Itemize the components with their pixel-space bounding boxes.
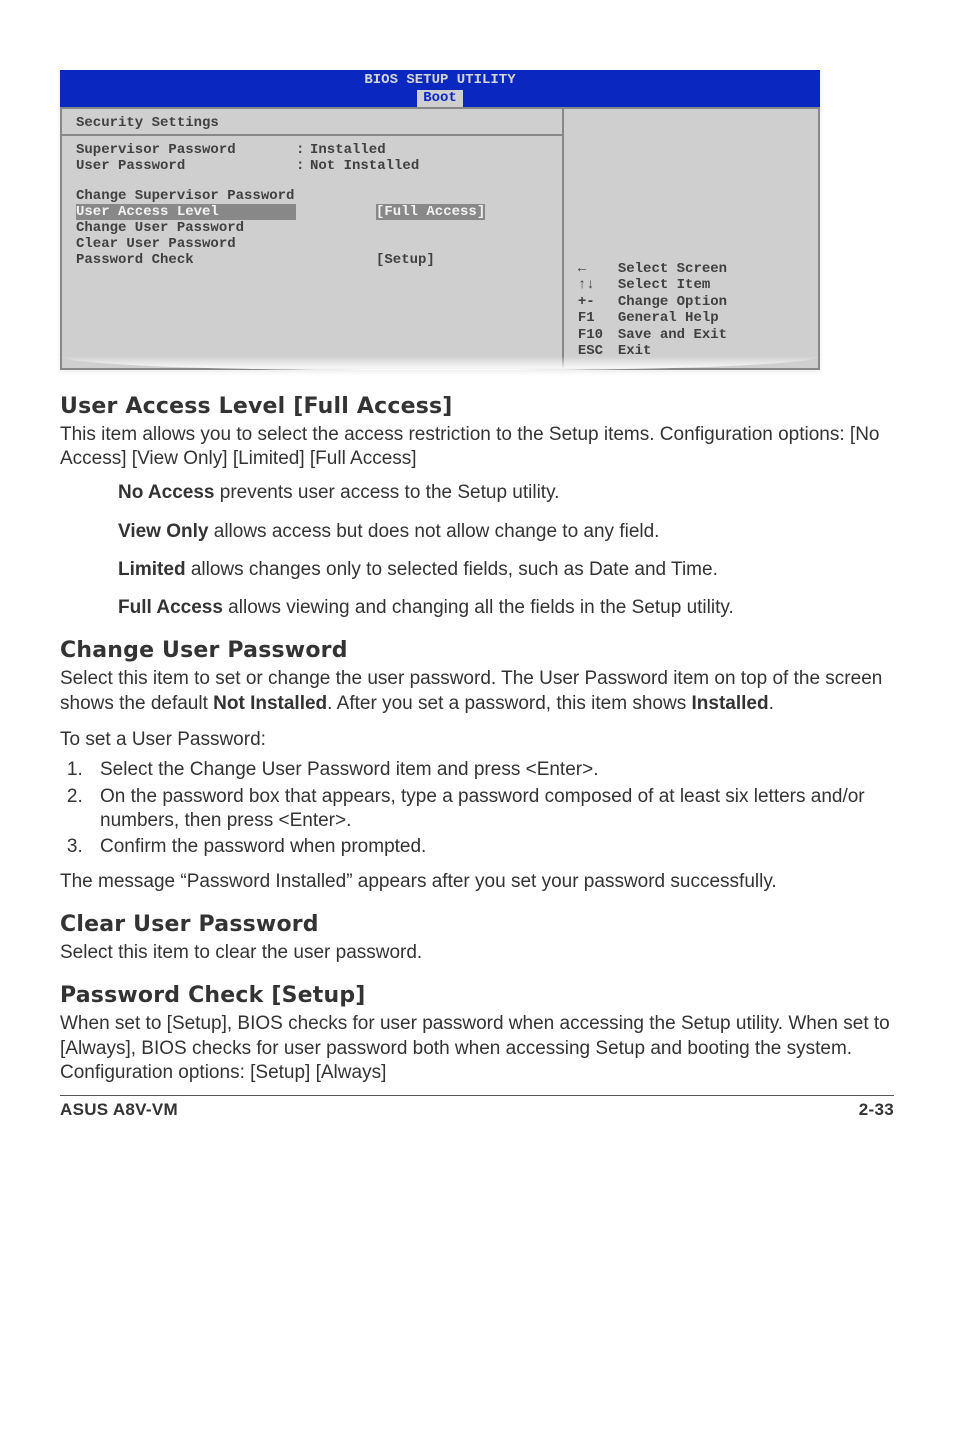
para-cup-result: The message “Password Installed” appears… [60,870,894,894]
spacer [296,252,310,268]
bios-legend: ← Select Screen ↑↓ Select Item +- Change… [578,261,727,360]
legend-key: F1 [578,310,618,327]
bios-divider [62,134,562,136]
bios-tab-boot[interactable]: Boot [417,90,463,107]
bios-section-title: Security Settings [76,115,548,131]
spacer [296,204,310,220]
para-frag: . [769,693,774,714]
page-footer: ASUS A8V-VM 2-33 [60,1095,894,1120]
inline-bold: Not Installed [213,693,327,714]
bios-row-password-check[interactable]: Password Check [Setup] [76,252,548,268]
field-label: User Access Level [76,204,296,220]
colon: : [296,158,310,174]
opt-text: allows changes only to selected fields, … [186,559,718,580]
heading-change-user-password: Change User Password [60,638,894,663]
opt-full-access: Full Access allows viewing and changing … [118,596,894,620]
legend-save-exit: F10 Save and Exit [578,327,727,344]
heading-user-access-level: User Access Level [Full Access] [60,394,894,419]
legend-change-option: +- Change Option [578,294,727,311]
legend-text: Save and Exit [618,327,727,344]
para-clear-user-password: Select this item to clear the user passw… [60,941,894,965]
bios-title: BIOS SETUP UTILITY [60,72,820,89]
opt-label: View Only [118,521,208,542]
para-ual-intro: This item allows you to select the acces… [60,423,894,472]
field-label: Change Supervisor Password [76,188,296,204]
heading-clear-user-password: Clear User Password [60,912,894,937]
opt-text: prevents user access to the Setup utilit… [214,482,559,503]
opt-view-only: View Only allows access but does not all… [118,520,894,544]
footer-product: ASUS A8V-VM [60,1100,178,1120]
para-password-check: When set to [Setup], BIOS checks for use… [60,1012,894,1085]
para-cup-toset: To set a User Password: [60,728,894,752]
arrow-updown-icon: ↑↓ [578,277,595,294]
opt-limited: Limited allows changes only to selected … [118,558,894,582]
bios-window: BIOS SETUP UTILITY Boot Security Setting… [60,70,820,370]
bios-row-clear-user-password[interactable]: Clear User Password [76,236,548,252]
field-label: Password Check [76,252,296,268]
legend-key: +- [578,294,618,311]
bios-left-pane: Security Settings Supervisor Password : … [60,107,563,370]
legend-text: General Help [618,310,719,327]
field-label: Clear User Password [76,236,296,252]
legend-text: Select Item [618,277,710,294]
bios-right-pane: ← Select Screen ↑↓ Select Item +- Change… [563,107,820,370]
opt-label: Full Access [118,597,223,618]
opt-label: No Access [118,482,214,503]
field-value: [Full Access] [376,204,485,220]
legend-text: Change Option [618,294,727,311]
opt-text: allows access but does not allow change … [208,521,659,542]
field-label: User Password [76,158,296,174]
legend-general-help: F1 General Help [578,310,727,327]
heading-password-check: Password Check [Setup] [60,983,894,1008]
opt-text: allows viewing and changing all the fiel… [223,597,734,618]
step-item: Confirm the password when prompted. [88,835,894,859]
legend-select-screen: ← Select Screen [578,261,727,278]
legend-select-item: ↑↓ Select Item [578,277,727,294]
legend-key: F10 [578,327,618,344]
bios-body: Security Settings Supervisor Password : … [60,107,820,370]
bios-row-change-supervisor-password[interactable]: Change Supervisor Password [76,188,548,204]
opt-no-access: No Access prevents user access to the Se… [118,481,894,505]
bios-row-change-user-password[interactable]: Change User Password [76,220,548,236]
field-value: [Setup] [376,252,435,268]
footer-page-number: 2-33 [859,1100,894,1120]
para-frag: . After you set a password, this item sh… [327,693,691,714]
inline-bold: Installed [692,693,769,714]
field-value: Installed [310,142,386,158]
field-value: Not Installed [310,158,419,174]
bios-row-user-access-level[interactable]: User Access Level [Full Access] [62,204,562,220]
step-item: On the password box that appears, type a… [88,785,894,834]
bios-row-user-password: User Password : Not Installed [76,158,548,174]
opt-label: Limited [118,559,186,580]
colon: : [296,142,310,158]
para-cup-intro: Select this item to set or change the us… [60,667,894,716]
legend-text: Select Screen [618,261,727,278]
step-item: Select the Change User Password item and… [88,758,894,782]
steps-list: Select the Change User Password item and… [60,758,894,859]
field-label: Supervisor Password [76,142,296,158]
bios-header: BIOS SETUP UTILITY Boot [60,70,820,107]
ual-options-block: No Access prevents user access to the Se… [60,481,894,620]
bios-row-supervisor-password: Supervisor Password : Installed [76,142,548,158]
field-label: Change User Password [76,220,296,236]
arrow-left-icon: ← [578,261,586,278]
